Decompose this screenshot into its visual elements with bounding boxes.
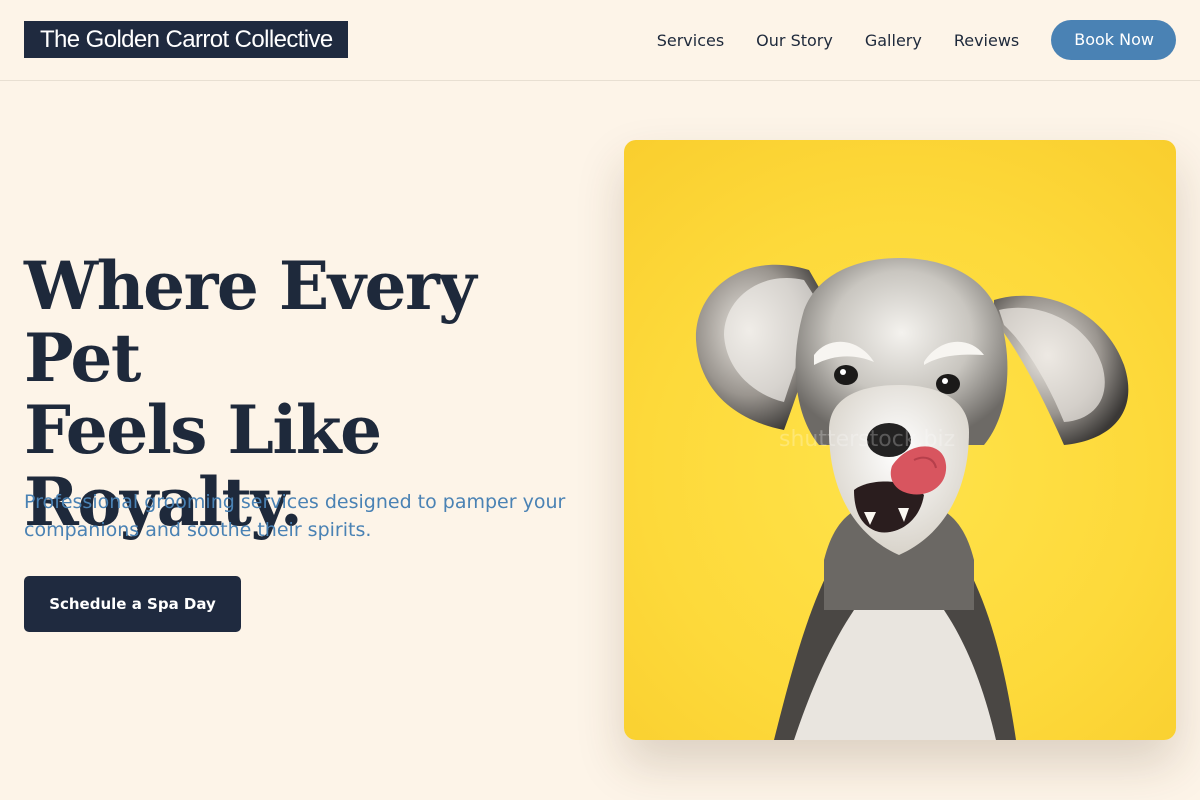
nav-gallery[interactable]: Gallery: [865, 31, 922, 50]
hero-dog-image: shutterstock.biz: [624, 140, 1176, 740]
image-watermark: shutterstock.biz: [779, 427, 956, 452]
site-header: The Golden Carrot Collective Services Ou…: [0, 0, 1200, 81]
book-now-button[interactable]: Book Now: [1051, 20, 1176, 60]
nav-services[interactable]: Services: [657, 31, 724, 50]
nav-our-story[interactable]: Our Story: [756, 31, 833, 50]
main-nav: Services Our Story Gallery Reviews Book …: [657, 20, 1176, 60]
hero-title-line-1: Where Every Pet: [24, 247, 477, 397]
hero-subtitle: Professional grooming services designed …: [24, 491, 566, 541]
hero-title-line-2: Feels Like: [24, 391, 382, 469]
schedule-spa-day-button[interactable]: Schedule a Spa Day: [24, 576, 241, 632]
site-logo[interactable]: The Golden Carrot Collective: [24, 21, 348, 58]
nav-reviews[interactable]: Reviews: [954, 31, 1019, 50]
